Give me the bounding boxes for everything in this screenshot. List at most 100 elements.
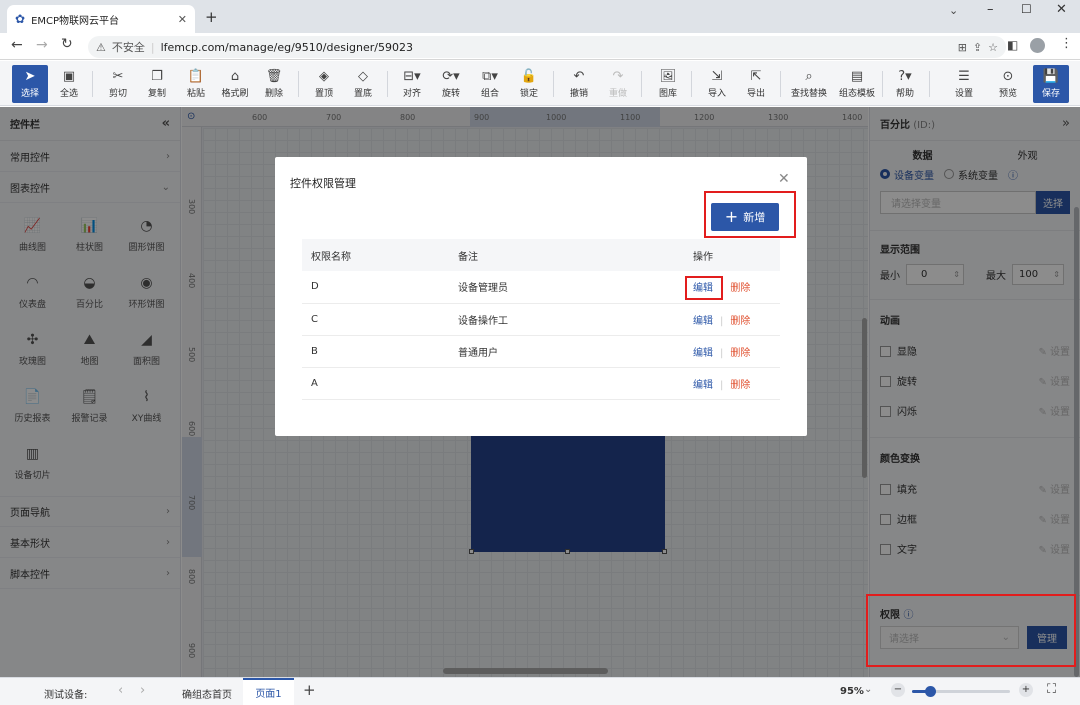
cut-icon: ✂ (112, 68, 124, 84)
tool-redo[interactable]: ↷ 重做 (600, 65, 636, 103)
minimize-window-icon[interactable]: – (987, 2, 994, 17)
zoom-slider-thumb[interactable] (925, 686, 936, 697)
import-icon: ⇲ (711, 68, 723, 84)
table-row: B 普通用户 编辑 | 删除 (302, 335, 780, 368)
reload-icon[interactable]: ↻ (61, 36, 73, 52)
designer-toolbar: ➤ 选择 ▣ 全选 ✂ 剪切 ❐ 复制 📋 粘贴 ⌂ 格式刷 🗑 删除 ◈ 置顶 ◇ 置底 ⊟▾ 对… (0, 61, 1080, 106)
bookmark-star-icon[interactable]: ☆ (988, 41, 998, 54)
settings-icon: ☰ (958, 68, 970, 84)
tool-undo[interactable]: ↶ 撤销 (561, 65, 597, 103)
browser-tab-bar: ✿ EMCP物联网云平台 ✕ + ⌄ – ☐ ✕ (0, 0, 1080, 33)
select-all-icon: ▣ (62, 68, 76, 84)
new-tab-icon[interactable]: + (205, 8, 218, 26)
tool-bring-front[interactable]: ◈ 置顶 (306, 65, 342, 103)
perm-name: B (302, 335, 449, 368)
delete-link[interactable]: 删除 (730, 316, 750, 327)
tool-find-replace[interactable]: ⌕ 查找替换 (787, 65, 831, 103)
tool-paste[interactable]: 📋 粘贴 (178, 65, 214, 103)
browser-menu-icon[interactable]: ⋮ (1060, 36, 1073, 51)
zoom-in-icon[interactable]: + (1019, 683, 1033, 697)
edit-link[interactable]: 编辑 (693, 380, 713, 391)
tool-delete[interactable]: 🗑 删除 (256, 65, 292, 103)
tool-copy[interactable]: ❐ 复制 (139, 65, 175, 103)
add-page-icon[interactable]: + (303, 681, 316, 699)
zoom-level[interactable]: 95% (840, 686, 864, 697)
tool-align[interactable]: ⊟▾ 对齐 (394, 65, 430, 103)
address-toolbar: ← → ↻ ⚠ 不安全 | lfemcp.com/manage/eg/9510/… (0, 33, 1080, 60)
close-window-icon[interactable]: ✕ (1056, 2, 1067, 17)
forward-icon[interactable]: → (36, 37, 48, 53)
paste-icon: 📋 (187, 68, 205, 84)
edit-link[interactable]: 编辑 (693, 348, 713, 359)
edit-link[interactable]: 编辑 (693, 316, 713, 327)
test-device-label: 测试设备: (44, 690, 88, 701)
browser-tab[interactable]: ✿ EMCP物联网云平台 ✕ (7, 5, 195, 33)
column-header: 操作 (684, 239, 780, 271)
url-text: lfemcp.com/manage/eg/9510/designer/59023 (160, 40, 413, 54)
tab-search-icon[interactable]: ⌄ (949, 4, 958, 17)
find-replace-icon: ⌕ (805, 68, 813, 84)
tool-select-all[interactable]: ▣ 全选 (51, 65, 87, 103)
tool-settings[interactable]: ☰ 设置 (946, 65, 982, 103)
align-icon: ⊟▾ (403, 68, 421, 84)
column-header: 权限名称 (302, 239, 449, 271)
save-icon: 💾 (1042, 68, 1060, 84)
close-icon[interactable]: ✕ (778, 171, 790, 187)
share-icon[interactable]: ⇪ (973, 41, 982, 54)
group-icon: ⧉▾ (482, 68, 498, 84)
tool-export[interactable]: ⇱ 导出 (738, 65, 774, 103)
tool-help[interactable]: ?▾ 帮助 (887, 65, 923, 103)
status-bar: 测试设备: ‹ › 确组态首页 页面1 + 95% ⌄ − + ⛶ (0, 677, 1080, 705)
modal-title: 控件权限管理 (290, 177, 356, 190)
site-favicon-icon: ✿ (15, 12, 26, 26)
delete-link[interactable]: 删除 (730, 348, 750, 359)
delete-link[interactable]: 删除 (730, 380, 750, 391)
maximize-window-icon[interactable]: ☐ (1021, 2, 1032, 16)
perm-name: A (302, 367, 449, 400)
template-icon: ▤ (850, 68, 864, 84)
help-icon: ?▾ (898, 68, 912, 84)
perm-note: 设备管理员 (449, 271, 684, 304)
address-bar[interactable]: ⚠ 不安全 | lfemcp.com/manage/eg/9510/design… (88, 36, 1006, 58)
side-panel-icon[interactable]: ◧ (1007, 38, 1018, 52)
zoom-out-icon[interactable]: − (891, 683, 905, 697)
close-tab-icon[interactable]: ✕ (178, 13, 187, 26)
tool-lock[interactable]: 🔓 锁定 (511, 65, 547, 103)
fullscreen-icon[interactable]: ⛶ (1047, 682, 1056, 697)
highlight-add-button (704, 191, 796, 238)
tool-cut[interactable]: ✂ 剪切 (100, 65, 136, 103)
bring-front-icon: ◈ (319, 68, 329, 84)
next-page-icon[interactable]: › (140, 683, 145, 698)
tool-preview[interactable]: ⊙ 预览 (990, 65, 1026, 103)
profile-avatar-icon[interactable] (1030, 38, 1045, 53)
delete-link[interactable]: 删除 (730, 283, 750, 294)
lock-icon: 🔓 (520, 68, 538, 84)
tool-template[interactable]: ▤ 组态模板 (835, 65, 879, 103)
format-brush-icon: ⌂ (230, 68, 240, 84)
tab-page-1[interactable]: 页面1 (243, 678, 294, 705)
prev-page-icon[interactable]: ‹ (118, 683, 123, 698)
tool-select[interactable]: ➤ 选择 (12, 65, 48, 103)
not-secure-label: 不安全 (111, 41, 145, 54)
tool-rotate[interactable]: ⟳▾ 旋转 (433, 65, 469, 103)
save-button[interactable]: 💾 保存 (1033, 65, 1069, 103)
trash-icon: 🗑 (265, 68, 283, 84)
gallery-icon: 🖼 (659, 68, 677, 84)
translate-icon[interactable]: ⊞ (958, 41, 967, 54)
tool-send-back[interactable]: ◇ 置底 (345, 65, 381, 103)
tool-format-brush[interactable]: ⌂ 格式刷 (217, 65, 253, 103)
tool-import[interactable]: ⇲ 导入 (699, 65, 735, 103)
tab-home-page[interactable]: 确组态首页 (182, 686, 232, 701)
column-header: 备注 (449, 239, 684, 271)
permission-table: 权限名称 备注 操作 D 设备管理员 编辑 | 删除 C 设备操作工 编辑 | 删除 B… (302, 239, 780, 400)
tool-group[interactable]: ⧉▾ 组合 (472, 65, 508, 103)
redo-icon: ↷ (612, 68, 624, 84)
tool-gallery[interactable]: 🖼 图库 (650, 65, 686, 103)
perm-note (449, 367, 684, 400)
rotate-icon: ⟳▾ (442, 68, 460, 84)
tab-title: EMCP物联网云平台 (31, 15, 120, 27)
zoom-dropdown-icon[interactable]: ⌄ (864, 684, 872, 695)
warning-icon: ⚠ (96, 40, 106, 54)
highlight-edit-link (685, 276, 723, 300)
back-icon[interactable]: ← (11, 37, 23, 53)
